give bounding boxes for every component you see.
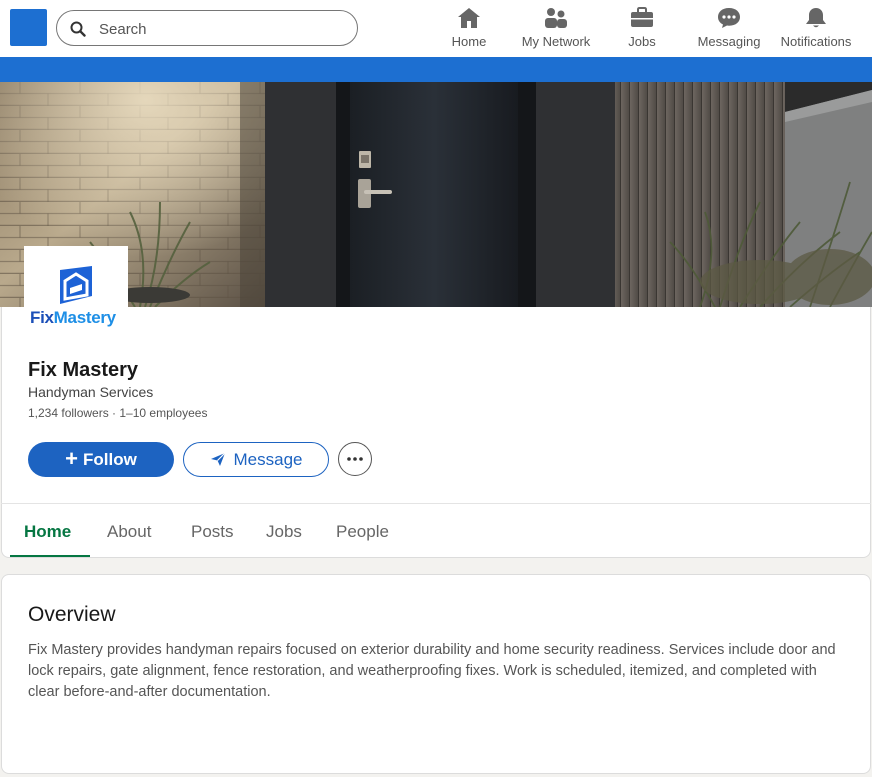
message-button-label: Message [233, 449, 303, 469]
active-tab-indicator [10, 555, 90, 557]
tab-home[interactable]: Home [24, 522, 71, 542]
search-icon [70, 21, 86, 37]
tab-people[interactable]: People [336, 522, 389, 542]
briefcase-icon [629, 6, 655, 30]
message-button[interactable]: Message [183, 442, 329, 477]
nav-messaging[interactable]: Messaging [696, 6, 762, 52]
company-industry: Handyman Services [28, 384, 154, 400]
overview-body: Fix Mastery provides handyman repairs fo… [28, 642, 836, 700]
nav-messaging-label: Messaging [697, 34, 761, 49]
nav-home-label: Home [451, 34, 487, 49]
plus-icon: + [65, 445, 79, 471]
top-nav: Home My Network Jobs Messaging [0, 0, 872, 57]
search-input[interactable] [99, 18, 339, 40]
follow-button[interactable]: + Follow [28, 442, 174, 477]
send-icon [210, 452, 225, 466]
company-meta: 1,234 followers · 1–10 employees [28, 406, 208, 420]
bell-icon [803, 6, 829, 30]
cover-photo [0, 82, 872, 307]
network-icon [543, 6, 569, 30]
nav-my-network[interactable]: My Network [519, 6, 593, 52]
company-logo[interactable]: FixMastery [24, 246, 128, 332]
brand-logo[interactable] [10, 9, 47, 46]
house-logo-icon [60, 266, 92, 304]
nav-home[interactable]: Home [450, 6, 488, 52]
nav-notifications[interactable]: Notifications [778, 6, 854, 52]
messaging-icon [716, 6, 742, 30]
nav-jobs-label: Jobs [628, 34, 656, 49]
follow-button-label: Follow [83, 449, 137, 469]
more-options-button[interactable] [338, 442, 372, 476]
nav-jobs[interactable]: Jobs [627, 6, 657, 52]
tab-jobs[interactable]: Jobs [266, 522, 302, 542]
profile-card [1, 307, 871, 558]
header-band [0, 57, 872, 82]
nav-notifications-label: Notifications [780, 34, 852, 49]
nav-my-network-label: My Network [521, 34, 591, 49]
tab-posts[interactable]: Posts [191, 522, 234, 542]
logo-wordmark: FixMastery [30, 308, 116, 327]
ellipsis-icon [347, 457, 363, 461]
tabs-divider [1, 503, 871, 504]
tab-about[interactable]: About [107, 522, 151, 542]
home-icon [456, 6, 482, 30]
overview-title: Overview [28, 603, 116, 626]
search-box[interactable] [56, 10, 358, 46]
company-name: Fix Mastery [28, 359, 139, 381]
